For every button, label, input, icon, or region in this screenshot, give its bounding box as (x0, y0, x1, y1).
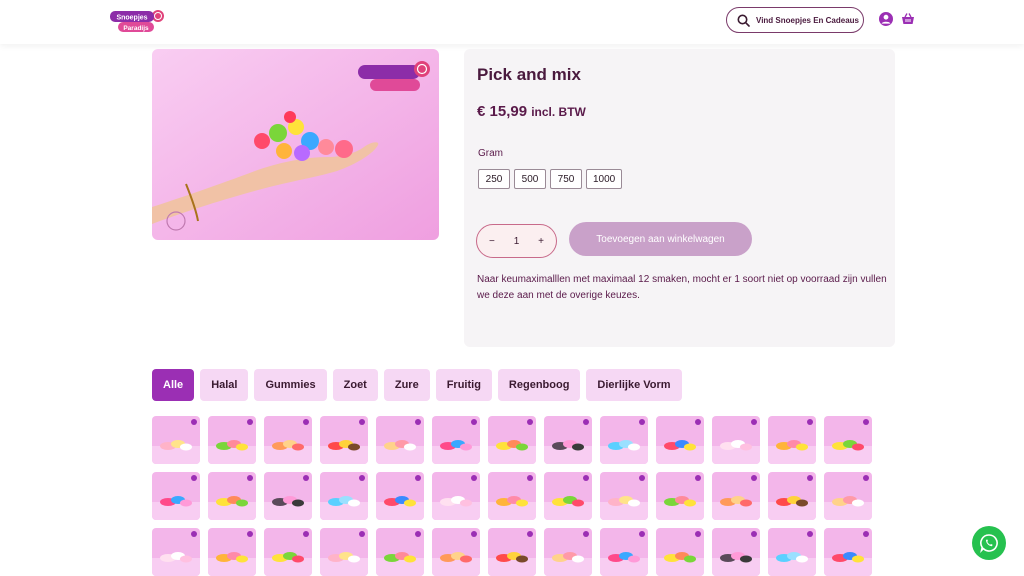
site-logo[interactable]: Snoepjes Paradijs (110, 8, 166, 34)
candy-product-tile[interactable] (152, 528, 200, 576)
candy-product-tile[interactable] (712, 416, 760, 464)
candy-product-tile[interactable] (712, 528, 760, 576)
candy-product-tile[interactable] (544, 472, 592, 520)
product-image[interactable] (152, 49, 439, 240)
filter-alle[interactable]: Alle (152, 369, 195, 401)
product-panel: Pick and mix € 15,99 incl. BTW Gram 250 … (464, 49, 895, 347)
candy-product-tile[interactable] (600, 528, 648, 576)
filter-dierlijke-vorm[interactable]: Dierlijke Vorm (586, 369, 682, 401)
candy-product-tile[interactable] (544, 416, 592, 464)
candy-product-tile[interactable] (432, 416, 480, 464)
candy-product-tile[interactable] (320, 472, 368, 520)
candy-product-tile[interactable] (432, 528, 480, 576)
product-description: Naar keumaximalllen met maximaal 12 smak… (477, 274, 887, 301)
filter-regenboog[interactable]: Regenboog (497, 369, 581, 401)
search-icon (737, 14, 750, 27)
product-title: Pick and mix (477, 65, 581, 84)
price-suffix: incl. BTW (531, 105, 586, 119)
candy-product-tile[interactable] (544, 528, 592, 576)
candy-product-tile[interactable] (824, 472, 872, 520)
search-button[interactable]: Vind Snoepjes En Cadeaus (726, 7, 864, 33)
candy-product-tile[interactable] (768, 528, 816, 576)
candy-product-tile[interactable] (152, 416, 200, 464)
candy-product-tile[interactable] (768, 416, 816, 464)
candy-product-tile[interactable] (208, 528, 256, 576)
price-value: € 15,99 (477, 103, 528, 120)
gram-options: 250 500 750 1000 (478, 169, 623, 189)
candy-product-tile[interactable] (824, 528, 872, 576)
user-icon[interactable] (878, 11, 894, 27)
candy-product-tile[interactable] (264, 528, 312, 576)
search-label: Vind Snoepjes En Cadeaus (756, 15, 859, 25)
candy-product-tile[interactable] (264, 416, 312, 464)
candy-grid (152, 416, 872, 576)
candy-product-tile[interactable] (376, 416, 424, 464)
minus-icon[interactable]: − (489, 236, 495, 247)
candy-product-tile[interactable] (152, 472, 200, 520)
candy-product-tile[interactable] (432, 472, 480, 520)
candy-product-tile[interactable] (320, 528, 368, 576)
candy-product-tile[interactable] (264, 472, 312, 520)
filter-gummies[interactable]: Gummies (254, 369, 327, 401)
candy-product-tile[interactable] (320, 416, 368, 464)
whatsapp-icon (980, 534, 998, 553)
quantity-stepper: − 1 + (476, 224, 557, 258)
whatsapp-button[interactable] (972, 526, 1006, 560)
gram-option-1000[interactable]: 1000 (586, 169, 623, 189)
candy-product-tile[interactable] (600, 472, 648, 520)
product-price: € 15,99 incl. BTW (477, 103, 586, 120)
candy-product-tile[interactable] (768, 472, 816, 520)
gram-option-500[interactable]: 500 (514, 169, 546, 189)
category-filters: Alle Halal Gummies Zoet Zure Fruitig Reg… (152, 369, 682, 401)
candy-product-tile[interactable] (488, 472, 536, 520)
candy-product-tile[interactable] (656, 528, 704, 576)
site-header: Snoepjes Paradijs Vind Snoepjes En Cadea… (0, 0, 1024, 44)
cart-icon[interactable] (900, 11, 916, 27)
gram-label: Gram (478, 148, 503, 159)
candy-product-tile[interactable] (208, 416, 256, 464)
gram-option-750[interactable]: 750 (550, 169, 582, 189)
candy-product-tile[interactable] (208, 472, 256, 520)
candy-product-tile[interactable] (656, 416, 704, 464)
filter-fruitig[interactable]: Fruitig (435, 369, 492, 401)
candy-product-tile[interactable] (600, 416, 648, 464)
filter-zoet[interactable]: Zoet (332, 369, 378, 401)
filter-halal[interactable]: Halal (200, 369, 249, 401)
candy-product-tile[interactable] (488, 528, 536, 576)
svg-text:Paradijs: Paradijs (123, 25, 149, 32)
candy-product-tile[interactable] (824, 416, 872, 464)
candy-product-tile[interactable] (656, 472, 704, 520)
candy-product-tile[interactable] (488, 416, 536, 464)
candy-product-tile[interactable] (712, 472, 760, 520)
quantity-value[interactable]: 1 (514, 236, 520, 247)
svg-text:Snoepjes: Snoepjes (116, 15, 147, 22)
candy-product-tile[interactable] (376, 528, 424, 576)
gram-option-250[interactable]: 250 (478, 169, 510, 189)
filter-zure[interactable]: Zure (383, 369, 430, 401)
plus-icon[interactable]: + (538, 236, 544, 247)
add-to-cart-button[interactable]: Toevoegen aan winkelwagen (569, 222, 752, 256)
candy-product-tile[interactable] (376, 472, 424, 520)
